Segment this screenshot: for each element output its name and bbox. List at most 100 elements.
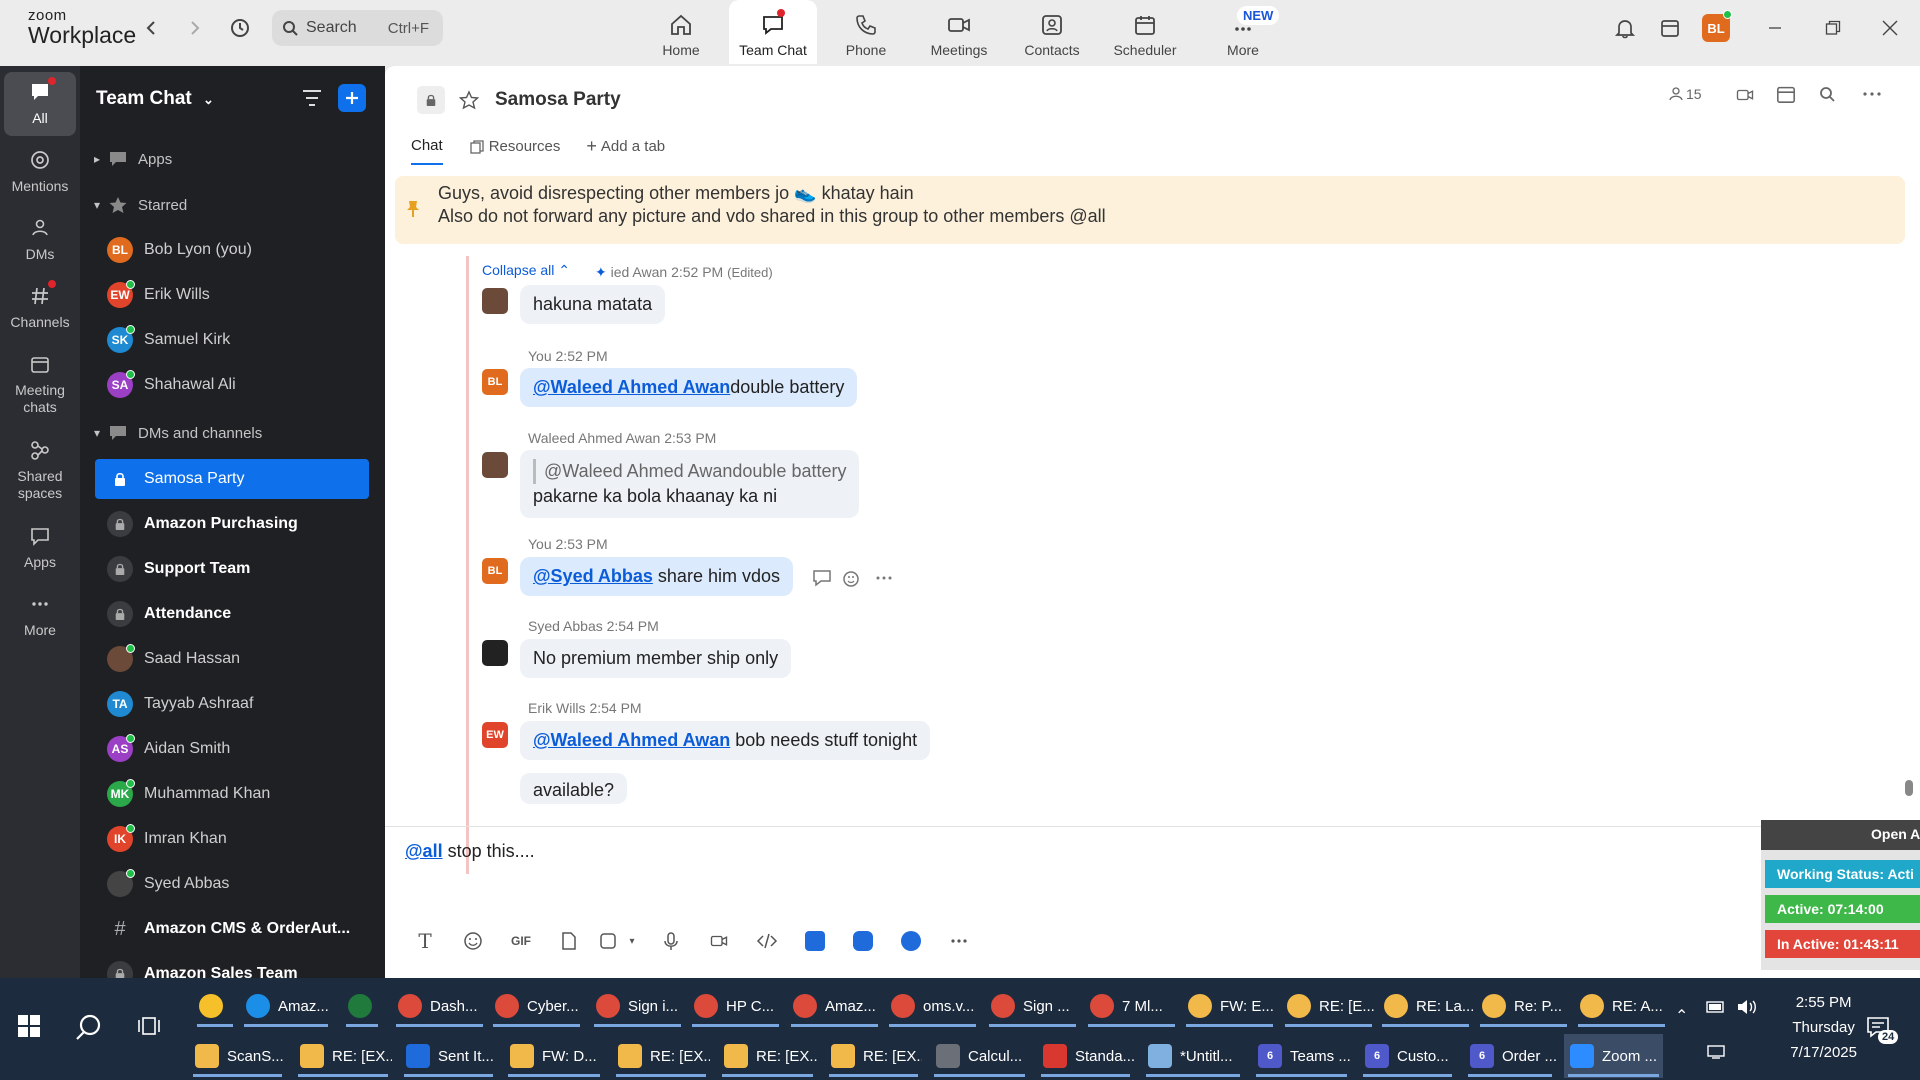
taskbar-app-button[interactable]: 6 Order ... — [1464, 1034, 1556, 1078]
taskbar-clock[interactable]: 2:55 PM Thursday 7/17/2025 — [1790, 990, 1857, 1065]
rail-mentions[interactable]: Mentions — [4, 146, 76, 195]
add-reaction-icon[interactable] — [841, 568, 863, 588]
sidebar-item-muhammad-khan[interactable]: MK Muhammad Khan — [95, 774, 369, 814]
taskbar-app-button[interactable]: 6 Teams ... — [1252, 1034, 1351, 1078]
taskbar-app-button[interactable] — [193, 984, 237, 1028]
taskbar-app-button[interactable]: RE: [EX... — [294, 1034, 392, 1078]
sidebar-title[interactable]: Team Chat ⌄ — [96, 88, 214, 110]
file-icon[interactable] — [545, 927, 593, 955]
sidebar-item-syed-abbas[interactable]: Syed Abbas — [95, 864, 369, 904]
taskbar-app-button[interactable]: Sign i... — [590, 984, 685, 1028]
rail-more[interactable]: More — [4, 590, 76, 639]
taskbar-app-button[interactable]: Dash... — [392, 984, 487, 1028]
taskbar-app-button[interactable]: Sent It... — [400, 1034, 497, 1078]
composer-text[interactable]: @all stop this.... — [405, 841, 535, 862]
sidebar-item-aidan-smith[interactable]: AS Aidan Smith — [95, 729, 369, 769]
taskbar-app-button[interactable]: RE: [E... — [1281, 984, 1376, 1028]
pinned-message[interactable]: Guys, avoid disrespecting other members … — [395, 176, 1905, 244]
sidebar-item-shahawal-ali[interactable]: SA Shahawal Ali — [95, 365, 369, 405]
back-arrow-icon[interactable] — [137, 14, 165, 42]
taskbar-app-button[interactable]: Calcul... — [930, 1034, 1029, 1078]
mention-link[interactable]: @Syed Abbas — [533, 566, 653, 586]
filter-icon[interactable] — [301, 88, 323, 108]
sidebar-item-bob-lyon[interactable]: BL Bob Lyon (you) — [95, 230, 369, 270]
taskbar-app-button[interactable]: Amaz... — [787, 984, 882, 1028]
gif-icon[interactable]: GIF — [497, 927, 545, 955]
taskbar-app-button[interactable]: 6 Custo... — [1359, 1034, 1456, 1078]
app-icon-1[interactable] — [791, 927, 839, 955]
microphone-icon[interactable] — [647, 927, 695, 955]
mention-link[interactable]: @Waleed Ahmed Awan — [533, 730, 730, 750]
sidebar-item-support-team[interactable]: Support Team — [95, 549, 369, 589]
composer-more-icon[interactable] — [935, 927, 983, 955]
sidebar-item-imran-khan[interactable]: IK Imran Khan — [95, 819, 369, 859]
bell-icon[interactable] — [1611, 14, 1639, 42]
sidebar-item-saad-hassan[interactable]: Saad Hassan — [95, 639, 369, 679]
sidebar-item-attendance[interactable]: Attendance — [95, 594, 369, 634]
tab-resources[interactable]: Resources — [469, 136, 560, 165]
volume-icon[interactable] — [1736, 999, 1758, 1015]
app-icon-3[interactable] — [887, 927, 935, 955]
section-apps[interactable]: ▸ Apps — [94, 150, 172, 168]
nav-contacts[interactable]: Contacts — [1008, 0, 1096, 64]
rail-channels[interactable]: Channels — [4, 282, 76, 331]
restore-icon[interactable] — [1819, 14, 1847, 42]
taskbar-app-button[interactable] — [342, 984, 382, 1028]
calendar-icon[interactable] — [1656, 14, 1684, 42]
new-chat-button[interactable] — [338, 84, 366, 112]
calendar-icon[interactable] — [1776, 84, 1796, 104]
network-icon[interactable] — [1706, 1044, 1728, 1060]
screenshot-icon[interactable]: ▾ — [593, 927, 641, 955]
sidebar-item-tayyab-ashraaf[interactable]: TA Tayyab Ashraaf — [95, 684, 369, 724]
video-call-icon[interactable] — [1734, 86, 1756, 104]
sidebar-item-samosa-party[interactable]: Samosa Party — [95, 459, 369, 499]
minimize-icon[interactable] — [1761, 14, 1789, 42]
taskbar-app-button[interactable]: ScanS... — [189, 1034, 286, 1078]
taskbar-app-button[interactable]: Re: P... — [1476, 984, 1571, 1028]
forward-arrow-icon[interactable] — [181, 14, 209, 42]
sidebar-item-amazon-cms[interactable]: # Amazon CMS & OrderAut... — [95, 909, 369, 949]
history-icon[interactable] — [226, 14, 254, 42]
reply-icon[interactable] — [811, 568, 833, 588]
taskbar-app-button[interactable]: Sign ... — [985, 984, 1080, 1028]
taskbar-app-button[interactable]: RE: [EX... — [718, 1034, 817, 1078]
sidebar-item-samuel-kirk[interactable]: SK Samuel Kirk — [95, 320, 369, 360]
taskbar-app-button[interactable]: RE: [EX... — [612, 1034, 710, 1078]
windows-start-icon[interactable] — [18, 1015, 40, 1037]
nav-meetings[interactable]: Meetings — [915, 0, 1003, 64]
rail-shared-spaces[interactable]: Shared spaces — [4, 436, 76, 502]
scrollbar-thumb[interactable] — [1905, 780, 1913, 796]
star-outline-icon[interactable] — [459, 90, 479, 110]
sidebar-item-erik-wills[interactable]: EW Erik Wills — [95, 275, 369, 315]
close-icon[interactable] — [1876, 14, 1904, 42]
sidebar-item-amazon-purchasing[interactable]: Amazon Purchasing — [95, 504, 369, 544]
taskbar-app-button[interactable]: FW: D... — [504, 1034, 604, 1078]
mention-link[interactable]: @Waleed Ahmed Awan — [533, 377, 730, 397]
sidebar-item-amazon-sales-team[interactable]: Amazon Sales Team — [95, 954, 369, 978]
app-icon-2[interactable] — [839, 927, 887, 955]
format-text-icon[interactable]: T — [401, 927, 449, 955]
taskbar-app-button[interactable]: Amaz... — [240, 984, 332, 1028]
emoji-icon[interactable] — [449, 927, 497, 955]
battery-icon[interactable] — [1706, 1000, 1726, 1014]
search-icon[interactable] — [1819, 86, 1835, 102]
taskbar-app-button[interactable]: Cyber... — [489, 984, 584, 1028]
taskbar-app-button[interactable]: Standa... — [1037, 1034, 1134, 1078]
taskbar-app-button[interactable]: *Untitl... — [1142, 1034, 1244, 1078]
chevron-up-icon[interactable]: ⌃ — [1675, 1006, 1688, 1026]
taskbar-app-button[interactable]: RE: [EX... — [825, 1034, 922, 1078]
nav-scheduler[interactable]: Scheduler — [1101, 0, 1189, 64]
open-button[interactable]: Open A — [1761, 820, 1920, 850]
video-message-icon[interactable] — [695, 927, 743, 955]
taskbar-app-button[interactable]: oms.v... — [885, 984, 980, 1028]
more-options-icon[interactable] — [1862, 86, 1882, 102]
taskbar-app-button[interactable]: 7 Ml... — [1084, 984, 1179, 1028]
nav-phone[interactable]: Phone — [822, 0, 910, 64]
tab-chat[interactable]: Chat — [411, 136, 443, 165]
search-input[interactable]: Search Ctrl+F — [272, 10, 443, 46]
taskbar-app-button[interactable]: RE: A... — [1574, 984, 1669, 1028]
rail-meeting-chats[interactable]: Meeting chats — [4, 350, 76, 416]
nav-team-chat[interactable]: Team Chat — [729, 0, 817, 64]
section-starred[interactable]: ▾ Starred — [94, 196, 187, 214]
member-count-button[interactable]: 15 — [1669, 86, 1702, 102]
